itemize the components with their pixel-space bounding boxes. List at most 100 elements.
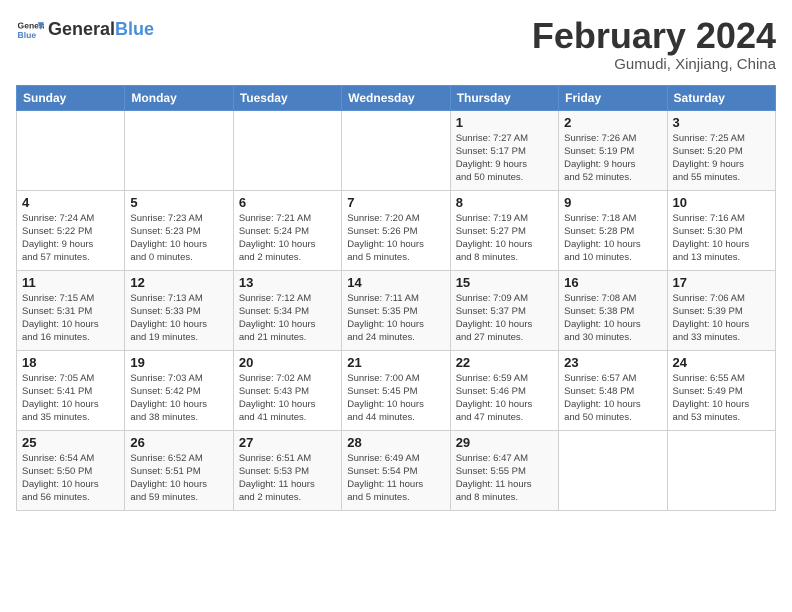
week-row-3: 11 Sunrise: 7:15 AM Sunset: 5:31 PM Dayli… [17,270,776,350]
day-number: 22 [456,355,553,370]
day-number: 14 [347,275,444,290]
day-number: 27 [239,435,336,450]
day-info: Sunrise: 6:55 AM Sunset: 5:49 PM Dayligh… [673,372,770,425]
day-info: Sunrise: 7:00 AM Sunset: 5:45 PM Dayligh… [347,372,444,425]
day-info: Sunrise: 6:49 AM Sunset: 5:54 PM Dayligh… [347,452,444,505]
day-info: Sunrise: 7:16 AM Sunset: 5:30 PM Dayligh… [673,212,770,265]
day-info: Sunrise: 7:25 AM Sunset: 5:20 PM Dayligh… [673,132,770,185]
day-info: Sunrise: 6:59 AM Sunset: 5:46 PM Dayligh… [456,372,553,425]
day-info: Sunrise: 7:26 AM Sunset: 5:19 PM Dayligh… [564,132,661,185]
calendar-header: SundayMondayTuesdayWednesdayThursdayFrid… [17,85,776,110]
day-cell: 5 Sunrise: 7:23 AM Sunset: 5:23 PM Daylig… [125,190,233,270]
logo-icon: General Blue [16,16,44,44]
day-cell [17,110,125,190]
day-number: 8 [456,195,553,210]
calendar-table: SundayMondayTuesdayWednesdayThursdayFrid… [16,85,776,511]
week-row-2: 4 Sunrise: 7:24 AM Sunset: 5:22 PM Daylig… [17,190,776,270]
day-cell [233,110,341,190]
header-cell-friday: Friday [559,85,667,110]
day-number: 21 [347,355,444,370]
day-cell: 26 Sunrise: 6:52 AM Sunset: 5:51 PM Dayli… [125,430,233,510]
day-number: 20 [239,355,336,370]
day-cell: 23 Sunrise: 6:57 AM Sunset: 5:48 PM Dayli… [559,350,667,430]
week-row-1: 1 Sunrise: 7:27 AM Sunset: 5:17 PM Daylig… [17,110,776,190]
calendar-subtitle: Gumudi, Xinjiang, China [532,56,776,73]
day-info: Sunrise: 6:51 AM Sunset: 5:53 PM Dayligh… [239,452,336,505]
page-header: General Blue GeneralBlue February 2024 G… [16,16,776,73]
day-number: 4 [22,195,119,210]
calendar-body: 1 Sunrise: 7:27 AM Sunset: 5:17 PM Daylig… [17,110,776,510]
header-cell-monday: Monday [125,85,233,110]
title-block: February 2024 Gumudi, Xinjiang, China [532,16,776,73]
logo: General Blue GeneralBlue [16,16,154,44]
day-number: 26 [130,435,227,450]
day-cell [559,430,667,510]
day-info: Sunrise: 7:05 AM Sunset: 5:41 PM Dayligh… [22,372,119,425]
day-info: Sunrise: 7:18 AM Sunset: 5:28 PM Dayligh… [564,212,661,265]
day-number: 3 [673,115,770,130]
day-cell: 25Sunrise: 6:54 AM Sunset: 5:50 PM Dayli… [17,430,125,510]
day-info: Sunrise: 7:08 AM Sunset: 5:38 PM Dayligh… [564,292,661,345]
day-info: Sunrise: 7:19 AM Sunset: 5:27 PM Dayligh… [456,212,553,265]
day-cell: 13 Sunrise: 7:12 AM Sunset: 5:34 PM Dayli… [233,270,341,350]
day-cell: 1 Sunrise: 7:27 AM Sunset: 5:17 PM Daylig… [450,110,558,190]
day-number: 15 [456,275,553,290]
day-info: Sunrise: 7:13 AM Sunset: 5:33 PM Dayligh… [130,292,227,345]
day-number: 28 [347,435,444,450]
week-row-5: 25Sunrise: 6:54 AM Sunset: 5:50 PM Dayli… [17,430,776,510]
day-number: 11 [22,275,119,290]
day-cell: 9 Sunrise: 7:18 AM Sunset: 5:28 PM Daylig… [559,190,667,270]
day-number: 1 [456,115,553,130]
day-number: 16 [564,275,661,290]
day-cell: 16 Sunrise: 7:08 AM Sunset: 5:38 PM Dayli… [559,270,667,350]
day-number: 6 [239,195,336,210]
week-row-4: 18Sunrise: 7:05 AM Sunset: 5:41 PM Dayli… [17,350,776,430]
day-cell: 28 Sunrise: 6:49 AM Sunset: 5:54 PM Dayli… [342,430,450,510]
day-number: 19 [130,355,227,370]
day-info: Sunrise: 7:09 AM Sunset: 5:37 PM Dayligh… [456,292,553,345]
day-info: Sunrise: 7:24 AM Sunset: 5:22 PM Dayligh… [22,212,119,265]
day-cell: 4 Sunrise: 7:24 AM Sunset: 5:22 PM Daylig… [17,190,125,270]
day-cell: 22 Sunrise: 6:59 AM Sunset: 5:46 PM Dayli… [450,350,558,430]
day-number: 13 [239,275,336,290]
header-cell-tuesday: Tuesday [233,85,341,110]
header-row: SundayMondayTuesdayWednesdayThursdayFrid… [17,85,776,110]
day-cell: 10Sunrise: 7:16 AM Sunset: 5:30 PM Dayli… [667,190,775,270]
day-number: 7 [347,195,444,210]
day-info: Sunrise: 6:57 AM Sunset: 5:48 PM Dayligh… [564,372,661,425]
day-cell: 3 Sunrise: 7:25 AM Sunset: 5:20 PM Daylig… [667,110,775,190]
day-cell: 14Sunrise: 7:11 AM Sunset: 5:35 PM Dayli… [342,270,450,350]
day-cell [342,110,450,190]
day-info: Sunrise: 7:20 AM Sunset: 5:26 PM Dayligh… [347,212,444,265]
day-info: Sunrise: 7:03 AM Sunset: 5:42 PM Dayligh… [130,372,227,425]
calendar-title: February 2024 [532,16,776,56]
day-info: Sunrise: 7:15 AM Sunset: 5:31 PM Dayligh… [22,292,119,345]
day-info: Sunrise: 7:06 AM Sunset: 5:39 PM Dayligh… [673,292,770,345]
day-cell: 18Sunrise: 7:05 AM Sunset: 5:41 PM Dayli… [17,350,125,430]
day-number: 25 [22,435,119,450]
day-number: 23 [564,355,661,370]
day-info: Sunrise: 7:27 AM Sunset: 5:17 PM Dayligh… [456,132,553,185]
day-info: Sunrise: 7:23 AM Sunset: 5:23 PM Dayligh… [130,212,227,265]
header-cell-sunday: Sunday [17,85,125,110]
day-number: 17 [673,275,770,290]
day-cell: 15 Sunrise: 7:09 AM Sunset: 5:37 PM Dayli… [450,270,558,350]
logo-text: GeneralBlue [48,20,154,40]
day-number: 24 [673,355,770,370]
day-info: Sunrise: 6:52 AM Sunset: 5:51 PM Dayligh… [130,452,227,505]
day-info: Sunrise: 7:21 AM Sunset: 5:24 PM Dayligh… [239,212,336,265]
day-cell: 12 Sunrise: 7:13 AM Sunset: 5:33 PM Dayli… [125,270,233,350]
day-number: 5 [130,195,227,210]
header-cell-saturday: Saturday [667,85,775,110]
day-number: 12 [130,275,227,290]
day-cell: 21 Sunrise: 7:00 AM Sunset: 5:45 PM Dayli… [342,350,450,430]
day-cell [125,110,233,190]
day-cell: 11 Sunrise: 7:15 AM Sunset: 5:31 PM Dayli… [17,270,125,350]
day-cell: 19 Sunrise: 7:03 AM Sunset: 5:42 PM Dayli… [125,350,233,430]
day-number: 9 [564,195,661,210]
svg-text:Blue: Blue [18,30,37,40]
header-cell-thursday: Thursday [450,85,558,110]
day-number: 29 [456,435,553,450]
day-info: Sunrise: 7:12 AM Sunset: 5:34 PM Dayligh… [239,292,336,345]
day-cell: 8 Sunrise: 7:19 AM Sunset: 5:27 PM Daylig… [450,190,558,270]
